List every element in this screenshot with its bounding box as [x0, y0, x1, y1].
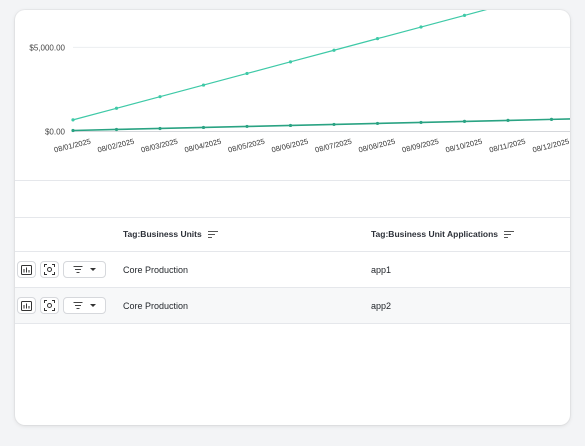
- x-tick-label: 08/01/2025: [53, 137, 92, 155]
- table-row: Core Production app1: [15, 252, 570, 288]
- data-point: [332, 122, 336, 127]
- x-tick-label: 08/11/2025: [488, 137, 526, 155]
- y-tick-label: $5,000.00: [29, 43, 65, 52]
- x-tick-label: 08/02/2025: [97, 137, 136, 155]
- table-row: Core Production app2: [15, 288, 570, 324]
- report-card: $0.00 $5,000.00 08/01/2025 08/02/2025 08/03/…: [15, 10, 570, 425]
- data-point: [71, 128, 75, 133]
- cost-line-chart: $0.00 $5,000.00 08/01/2025 08/02/2025 08/03/…: [15, 10, 570, 181]
- data-point: [506, 118, 510, 122]
- y-tick-label: $0.00: [45, 128, 66, 137]
- filter-icon: [73, 266, 83, 273]
- x-tick-label: 08/05/2025: [227, 137, 266, 155]
- chart-divider: [15, 180, 570, 181]
- row-filter-dropdown[interactable]: [63, 261, 106, 278]
- application-cell: app2: [371, 300, 392, 311]
- focus-icon: [44, 264, 55, 275]
- x-tick-label: 08/04/2025: [184, 137, 223, 155]
- data-point: [375, 37, 380, 41]
- x-tick-label: 08/06/2025: [271, 137, 310, 155]
- data-point: [419, 120, 423, 125]
- sort-icon[interactable]: [504, 230, 515, 239]
- row-filter-dropdown[interactable]: [63, 297, 106, 314]
- focus-icon: [44, 300, 55, 311]
- chevron-down-icon: [89, 304, 96, 307]
- chart-svg: $0.00 $5,000.00 08/01/2025 08/02/2025 08/03/…: [29, 10, 570, 155]
- data-point: [245, 124, 249, 129]
- data-point: [288, 123, 293, 128]
- x-tick-label: 08/08/2025: [358, 137, 397, 155]
- data-point: [158, 126, 162, 131]
- data-point: [114, 106, 119, 110]
- x-tick-label: 08/09/2025: [401, 137, 440, 155]
- x-tick-label: 08/07/2025: [314, 137, 353, 155]
- business-unit-cell: Core Production: [123, 300, 189, 311]
- chart-view-button[interactable]: [17, 261, 36, 278]
- sort-icon[interactable]: [207, 230, 219, 239]
- series-line: [72, 118, 570, 132]
- column-header-label: Tag:Business Unit Applications: [371, 229, 499, 239]
- x-tick-label: 08/03/2025: [140, 137, 179, 155]
- x-tick-label: 08/12/2025: [532, 137, 570, 155]
- data-point: [288, 60, 293, 64]
- chart-view-button[interactable]: [17, 297, 36, 314]
- data-point: [549, 117, 554, 121]
- application-cell: app1: [371, 264, 392, 275]
- data-point: [462, 13, 467, 18]
- column-header-label: Tag:Business Units: [123, 229, 202, 239]
- chart-icon: [21, 300, 32, 311]
- data-point: [201, 83, 206, 87]
- x-tick-label: 08/10/2025: [445, 137, 484, 155]
- data-point: [158, 95, 162, 99]
- focus-button[interactable]: [40, 297, 59, 314]
- data-point: [332, 48, 336, 52]
- data-table: Tag:Business Units Tag:Business Unit App…: [15, 217, 570, 324]
- chevron-down-icon: [89, 268, 96, 271]
- column-header-business-units[interactable]: Tag:Business Units: [123, 217, 219, 251]
- data-point: [245, 71, 249, 76]
- focus-button[interactable]: [40, 261, 59, 278]
- chart-icon: [21, 264, 32, 275]
- column-header-business-unit-applications[interactable]: Tag:Business Unit Applications: [371, 217, 515, 251]
- data-point: [462, 119, 467, 124]
- table-header: Tag:Business Units Tag:Business Unit App…: [15, 217, 570, 252]
- data-point: [201, 125, 206, 130]
- business-unit-cell: Core Production: [123, 264, 189, 275]
- data-point: [419, 25, 423, 29]
- series-line: [72, 10, 488, 121]
- filter-icon: [73, 302, 83, 309]
- data-point: [71, 118, 75, 122]
- data-point: [375, 121, 380, 126]
- data-point: [114, 127, 119, 132]
